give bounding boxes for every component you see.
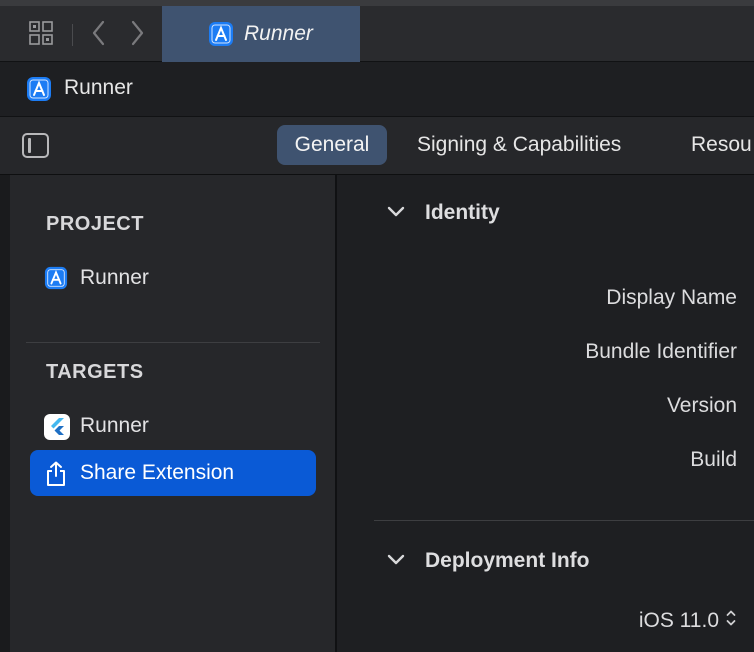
ios-version-select[interactable]: iOS 11.0 [639, 608, 737, 634]
tab-general[interactable]: General [277, 125, 387, 165]
sidebar-item-share-extension[interactable]: Share Extension [30, 450, 316, 496]
sidebar-divider [26, 342, 320, 343]
jump-bar-item-runner[interactable]: Runner [64, 76, 133, 100]
xcode-app-icon [44, 266, 68, 295]
project-navigator: PROJECT Runner TARGETS Runner Share Exte… [0, 175, 337, 652]
tab-label: Runner [244, 22, 313, 45]
section-divider [374, 520, 754, 521]
xcode-app-icon [26, 76, 52, 107]
sidebar-item-target-runner[interactable]: Runner [30, 403, 316, 449]
field-label-version: Version [666, 394, 737, 417]
section-title-deployment-info: Deployment Info [425, 549, 590, 572]
sidebar-item-project-runner[interactable]: Runner [30, 255, 316, 301]
sidebar-item-label: Share Extension [80, 461, 235, 484]
section-header-targets: TARGETS [46, 361, 144, 383]
chevron-down-icon[interactable] [387, 205, 405, 224]
forward-chevron-icon[interactable] [122, 18, 152, 48]
tab-bar: Runner [0, 0, 754, 62]
tab-signing-capabilities[interactable]: Signing & Capabilities [417, 125, 621, 165]
tab-runner[interactable]: Runner [162, 6, 360, 62]
section-header-project: PROJECT [46, 213, 144, 235]
back-chevron-icon[interactable] [84, 18, 114, 48]
sidebar-item-label: Runner [80, 414, 149, 437]
sidebar-item-label: Runner [80, 266, 149, 289]
chevron-down-icon[interactable] [387, 553, 405, 572]
editor-main: Identity Display Name Bundle Identifier … [339, 175, 754, 652]
ios-version-value: iOS 11.0 [638, 609, 719, 632]
up-down-chevron-icon [725, 608, 737, 634]
section-title-identity: Identity [425, 201, 500, 224]
field-label-build: Build [690, 448, 737, 471]
grid-icon[interactable] [26, 18, 56, 48]
jump-bar: Runner [0, 62, 754, 117]
editor-tabs: General Signing & Capabilities Resou [0, 117, 754, 175]
sidebar-toggle-icon[interactable] [22, 133, 49, 158]
xcode-app-icon [208, 21, 234, 52]
share-icon [44, 461, 68, 492]
flutter-icon [44, 414, 70, 445]
field-label-display-name: Display Name [606, 286, 737, 309]
field-label-bundle-identifier: Bundle Identifier [585, 340, 737, 363]
toolbar-divider [72, 24, 73, 46]
tab-resources[interactable]: Resou [691, 125, 752, 165]
